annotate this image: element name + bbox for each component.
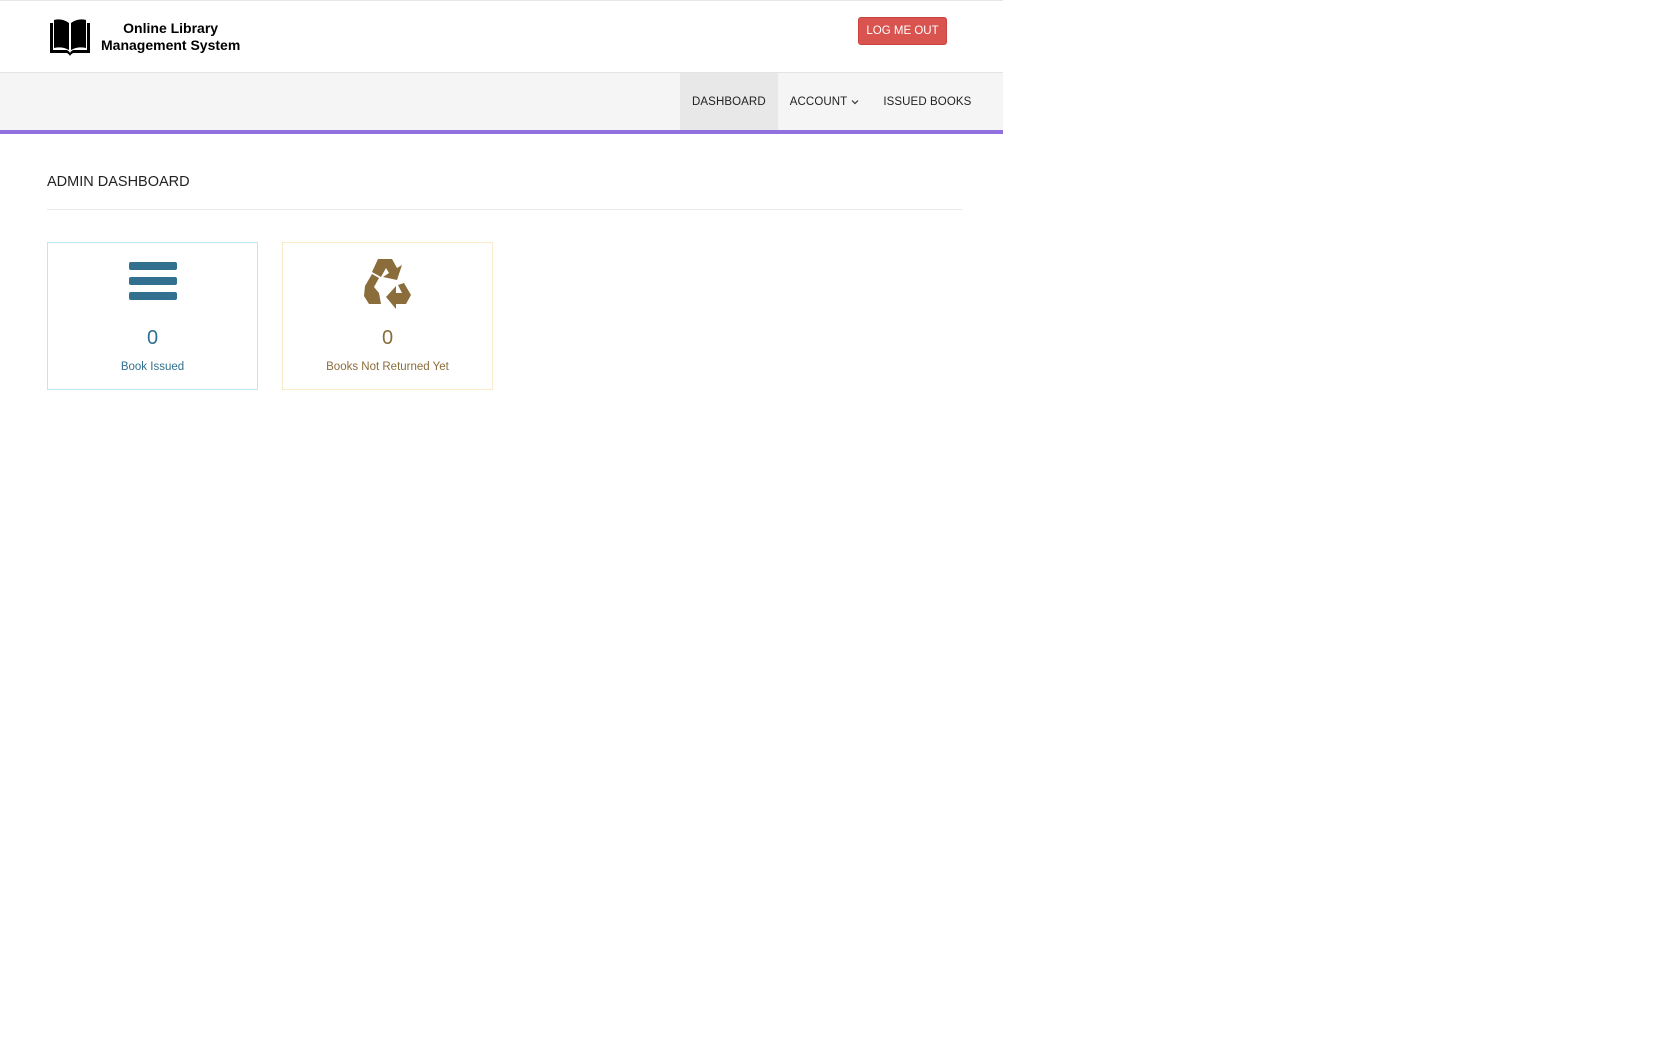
- card-books-not-returned[interactable]: 0 Books Not Returned Yet: [282, 242, 493, 390]
- page: Online Library Management System LOG ME …: [0, 0, 1003, 390]
- title-divider: [47, 209, 962, 210]
- brand-logo[interactable]: Online Library Management System: [47, 17, 240, 57]
- header: Online Library Management System LOG ME …: [0, 0, 1003, 72]
- nav-dashboard[interactable]: DASHBOARD: [680, 73, 778, 130]
- card-books-issued[interactable]: 0 Book Issued: [47, 242, 258, 390]
- recycle-icon: [363, 259, 411, 309]
- open-book-icon: [50, 19, 90, 56]
- brand-line-1: Online Library: [123, 20, 219, 36]
- nav-account-label: ACCOUNT: [789, 95, 848, 108]
- books-issued-label: Book Issued: [120, 361, 185, 373]
- books-issued-count: 0: [146, 327, 159, 349]
- nav-accent-bar: [0, 130, 1003, 134]
- brand-name: Online Library Management System: [101, 20, 240, 54]
- chevron-down-icon: [851, 99, 859, 104]
- page-title: ADMIN DASHBOARD: [47, 174, 190, 190]
- logout-button[interactable]: LOG ME OUT: [858, 17, 947, 45]
- main-nav: DASHBOARD ACCOUNT ISSUED BOOKS: [0, 72, 1003, 130]
- books-not-returned-count: 0: [381, 327, 394, 349]
- bars-icon: [128, 262, 177, 300]
- books-not-returned-label: Books Not Returned Yet: [326, 361, 449, 373]
- nav-issued-books-label: ISSUED BOOKS: [883, 95, 972, 108]
- nav-account[interactable]: ACCOUNT: [778, 73, 872, 130]
- brand-line-2: Management System: [101, 37, 241, 53]
- nav-issued-books[interactable]: ISSUED BOOKS: [871, 73, 983, 130]
- nav-dashboard-label: DASHBOARD: [692, 95, 766, 108]
